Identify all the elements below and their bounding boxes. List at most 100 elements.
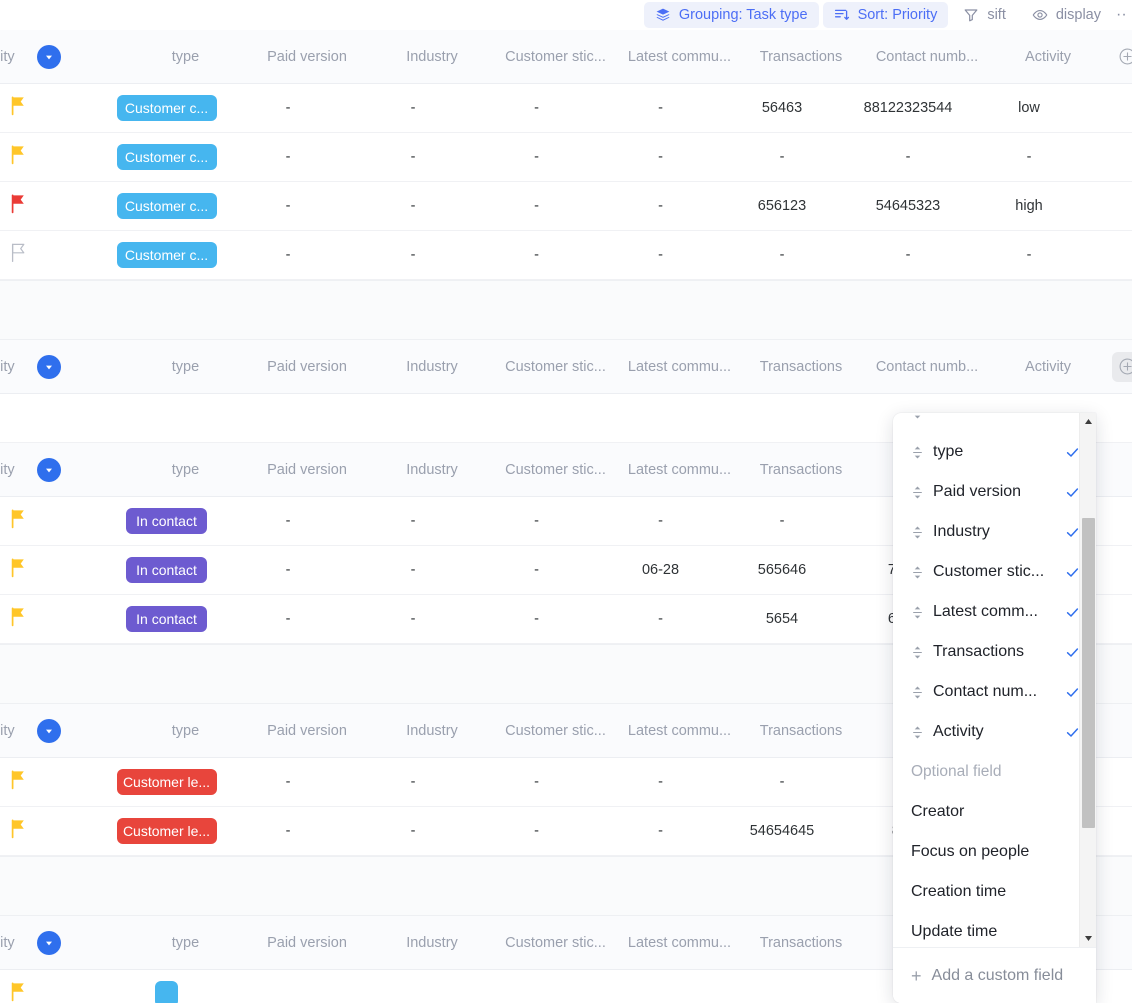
cell-transactions[interactable]: 56463: [722, 100, 842, 116]
cell-industry[interactable]: -: [352, 198, 474, 214]
cell-contact-number[interactable]: -: [842, 247, 974, 263]
cell-priority[interactable]: [0, 769, 109, 795]
header-cell-paid-version[interactable]: Paid version: [243, 723, 371, 739]
cell-priority[interactable]: [0, 606, 109, 632]
cell-industry[interactable]: -: [352, 562, 474, 578]
dropdown-field-type[interactable]: type: [893, 432, 1096, 472]
cell-transactions[interactable]: 656123: [722, 198, 842, 214]
check-icon[interactable]: [1064, 685, 1080, 700]
cell-latest-communication[interactable]: -: [599, 100, 722, 116]
header-cell-type[interactable]: type: [128, 49, 243, 65]
dropdown-optional-creator[interactable]: Creator: [893, 792, 1096, 832]
cell-type[interactable]: [109, 981, 224, 1003]
scroll-down-arrow-icon[interactable]: [1080, 930, 1097, 947]
cell-type[interactable]: Customer c...: [109, 144, 224, 170]
cell-paid-version[interactable]: -: [224, 100, 352, 116]
sort-direction-icon[interactable]: [36, 457, 61, 482]
header-cell-latest-communication[interactable]: Latest commu...: [618, 359, 741, 375]
header-cell-paid-version[interactable]: Paid version: [243, 462, 371, 478]
cell-latest-communication[interactable]: -: [599, 823, 722, 839]
drag-handle-icon[interactable]: [911, 444, 923, 460]
cell-priority[interactable]: [0, 95, 109, 121]
cell-transactions[interactable]: 5654: [722, 611, 842, 627]
drag-handle-icon[interactable]: [911, 524, 923, 540]
cell-type[interactable]: In contact: [109, 557, 224, 583]
cell-latest-communication[interactable]: -: [599, 513, 722, 529]
check-icon[interactable]: [1064, 565, 1080, 580]
check-icon[interactable]: [1064, 485, 1080, 500]
header-cell-activity[interactable]: Activity: [993, 49, 1103, 65]
filter-button[interactable]: sift: [952, 2, 1017, 28]
cell-type[interactable]: Customer le...: [109, 769, 224, 795]
cell-paid-version[interactable]: -: [224, 774, 352, 790]
drag-handle-icon[interactable]: [911, 684, 923, 700]
dropdown-field-latest-communication[interactable]: Latest comm...: [893, 592, 1096, 632]
cell-priority[interactable]: [0, 242, 109, 268]
header-cell-transactions[interactable]: Transactions: [741, 49, 861, 65]
cell-paid-version[interactable]: -: [224, 611, 352, 627]
cell-priority[interactable]: [0, 557, 109, 583]
header-cell-customer-sticky[interactable]: Customer stic...: [493, 935, 618, 951]
add-field-button[interactable]: [1112, 42, 1132, 72]
drag-handle-icon[interactable]: [911, 724, 923, 740]
cell-paid-version[interactable]: -: [224, 562, 352, 578]
header-cell-industry[interactable]: Industry: [371, 359, 493, 375]
cell-priority[interactable]: [0, 193, 109, 219]
cell-contact-number[interactable]: 88122323544: [842, 100, 974, 116]
cell-customer-sticky[interactable]: -: [474, 611, 599, 627]
sort-direction-icon[interactable]: [36, 930, 61, 955]
cell-transactions[interactable]: 565646: [722, 562, 842, 578]
header-cell-customer-sticky[interactable]: Customer stic...: [493, 359, 618, 375]
dropdown-optional-focus-on-people[interactable]: Focus on people: [893, 832, 1096, 872]
cell-industry[interactable]: -: [352, 149, 474, 165]
header-cell-type[interactable]: type: [128, 359, 243, 375]
cell-transactions[interactable]: -: [722, 513, 842, 529]
cell-paid-version[interactable]: -: [224, 149, 352, 165]
header-cell-activity[interactable]: Activity: [993, 359, 1103, 375]
drag-handle-icon[interactable]: [911, 604, 923, 620]
cell-type[interactable]: Customer le...: [109, 818, 224, 844]
more-options-button[interactable]: ···: [1116, 6, 1128, 24]
header-cell-industry[interactable]: Industry: [371, 49, 493, 65]
table-row[interactable]: Customer c... - - - - 656123 54645323 hi…: [0, 182, 1132, 231]
cell-type[interactable]: Customer c...: [109, 95, 224, 121]
table-row[interactable]: Customer c... - - - - 56463 88122323544 …: [0, 84, 1132, 133]
dropdown-field-activity[interactable]: Activity: [893, 712, 1096, 752]
cell-type[interactable]: Customer c...: [109, 193, 224, 219]
dropdown-optional-update-time[interactable]: Update time: [893, 912, 1096, 947]
add-custom-field-button[interactable]: + Add a custom field: [893, 947, 1096, 1003]
check-icon[interactable]: [1064, 605, 1080, 620]
header-cell-paid-version[interactable]: Paid version: [243, 49, 371, 65]
cell-paid-version[interactable]: -: [224, 823, 352, 839]
cell-priority[interactable]: [0, 144, 109, 170]
header-cell-customer-sticky[interactable]: Customer stic...: [493, 462, 618, 478]
cell-transactions[interactable]: -: [722, 149, 842, 165]
dropdown-field-industry[interactable]: Industry: [893, 512, 1096, 552]
cell-industry[interactable]: -: [352, 774, 474, 790]
cell-type[interactable]: Customer c...: [109, 242, 224, 268]
dropdown-field-paid-version[interactable]: Paid version: [893, 472, 1096, 512]
cell-latest-communication[interactable]: -: [599, 611, 722, 627]
header-cell-transactions[interactable]: Transactions: [741, 359, 861, 375]
dropdown-field-contact-number[interactable]: Contact num...: [893, 672, 1096, 712]
check-icon[interactable]: [1064, 525, 1080, 540]
cell-industry[interactable]: -: [352, 513, 474, 529]
cell-activity[interactable]: high: [974, 198, 1084, 214]
display-button[interactable]: display: [1021, 2, 1112, 28]
header-cell-industry[interactable]: Industry: [371, 723, 493, 739]
cell-transactions[interactable]: -: [722, 774, 842, 790]
cell-priority[interactable]: [0, 981, 109, 1003]
sort-direction-icon[interactable]: [36, 354, 61, 379]
cell-priority[interactable]: [0, 818, 109, 844]
header-cell-industry[interactable]: Industry: [371, 462, 493, 478]
cell-latest-communication[interactable]: 06-28: [599, 562, 722, 578]
table-row[interactable]: Customer c... - - - - - - -: [0, 133, 1132, 182]
sort-direction-icon[interactable]: [36, 718, 61, 743]
header-cell-type[interactable]: type: [128, 462, 243, 478]
drag-handle-icon[interactable]: [911, 644, 923, 660]
sort-button[interactable]: Sort: Priority: [822, 2, 949, 28]
header-cell-type[interactable]: type: [128, 935, 243, 951]
cell-transactions[interactable]: 54654645: [722, 823, 842, 839]
cell-customer-sticky[interactable]: -: [474, 562, 599, 578]
cell-activity[interactable]: -: [974, 149, 1084, 165]
